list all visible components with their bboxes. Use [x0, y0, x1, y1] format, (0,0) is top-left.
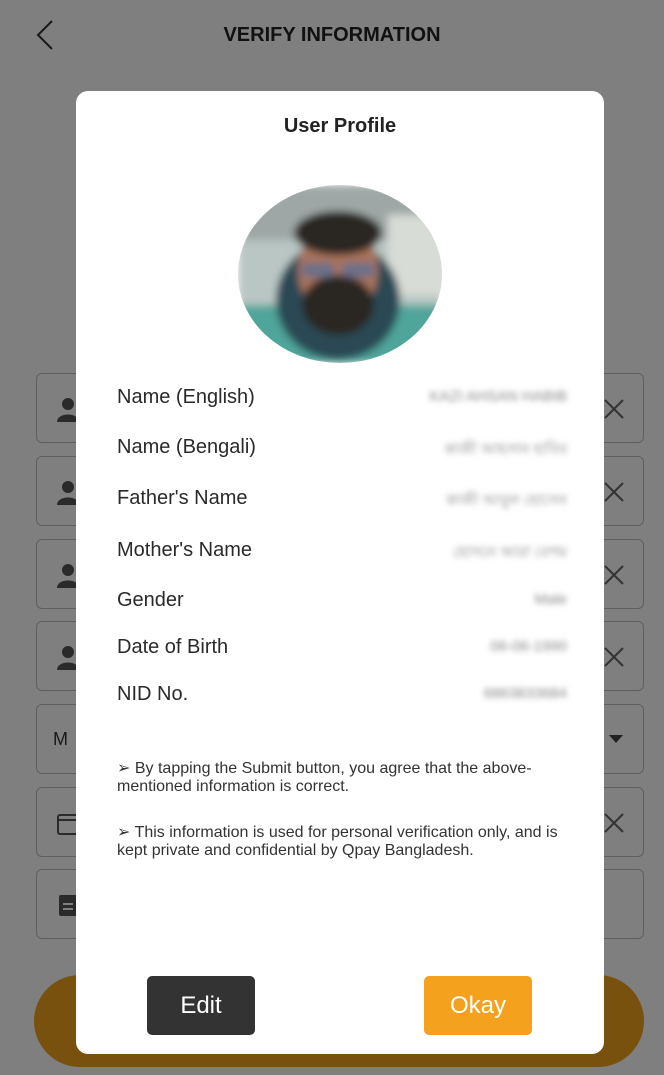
- user-profile-dialog: User Profile Name (English) KAZI AHSAN H…: [76, 91, 604, 1054]
- field-value: 6863833684: [483, 685, 567, 702]
- field-label: NID No.: [117, 683, 189, 705]
- okay-button[interactable]: Okay: [424, 976, 532, 1035]
- info-row-date-of-birth: Date of Birth 06-06-1990: [117, 634, 567, 664]
- field-value: কাজী আবুল হোসেন: [445, 492, 567, 509]
- field-value: 06-06-1990: [490, 638, 567, 655]
- info-row-father-name: Father's Name কাজী আবুল হোসেন: [117, 485, 567, 515]
- consent-note: ➢ By tapping the Submit button, you agre…: [117, 760, 532, 795]
- info-row-mother-name: Mother's Name হোসনে আরা বেগম: [117, 537, 567, 567]
- info-row-nid-number: NID No. 6863833684: [117, 681, 567, 711]
- field-label: Father's Name: [117, 487, 248, 509]
- field-label: Name (Bengali): [117, 436, 256, 458]
- info-row-gender: Gender Male: [117, 587, 567, 617]
- field-label: Mother's Name: [117, 539, 252, 561]
- info-row-name-bengali: Name (Bengali) কাজী আহসান হাবিব: [117, 434, 567, 464]
- field-label: Date of Birth: [117, 636, 229, 658]
- info-row-name-english: Name (English) KAZI AHSAN HABIB: [117, 384, 567, 414]
- dialog-title: User Profile: [283, 115, 397, 137]
- field-label: Gender: [117, 589, 184, 611]
- field-value: Male: [534, 591, 567, 608]
- field-value: হোসনে আরা বেগম: [452, 544, 567, 561]
- privacy-note: ➢ This information is used for personal …: [117, 824, 558, 859]
- avatar: [238, 185, 442, 363]
- field-value: KAZI AHSAN HABIB: [429, 388, 567, 405]
- edit-button[interactable]: Edit: [147, 976, 255, 1035]
- field-value: কাজী আহসান হাবিব: [444, 441, 567, 458]
- field-label: Name (English): [117, 386, 255, 408]
